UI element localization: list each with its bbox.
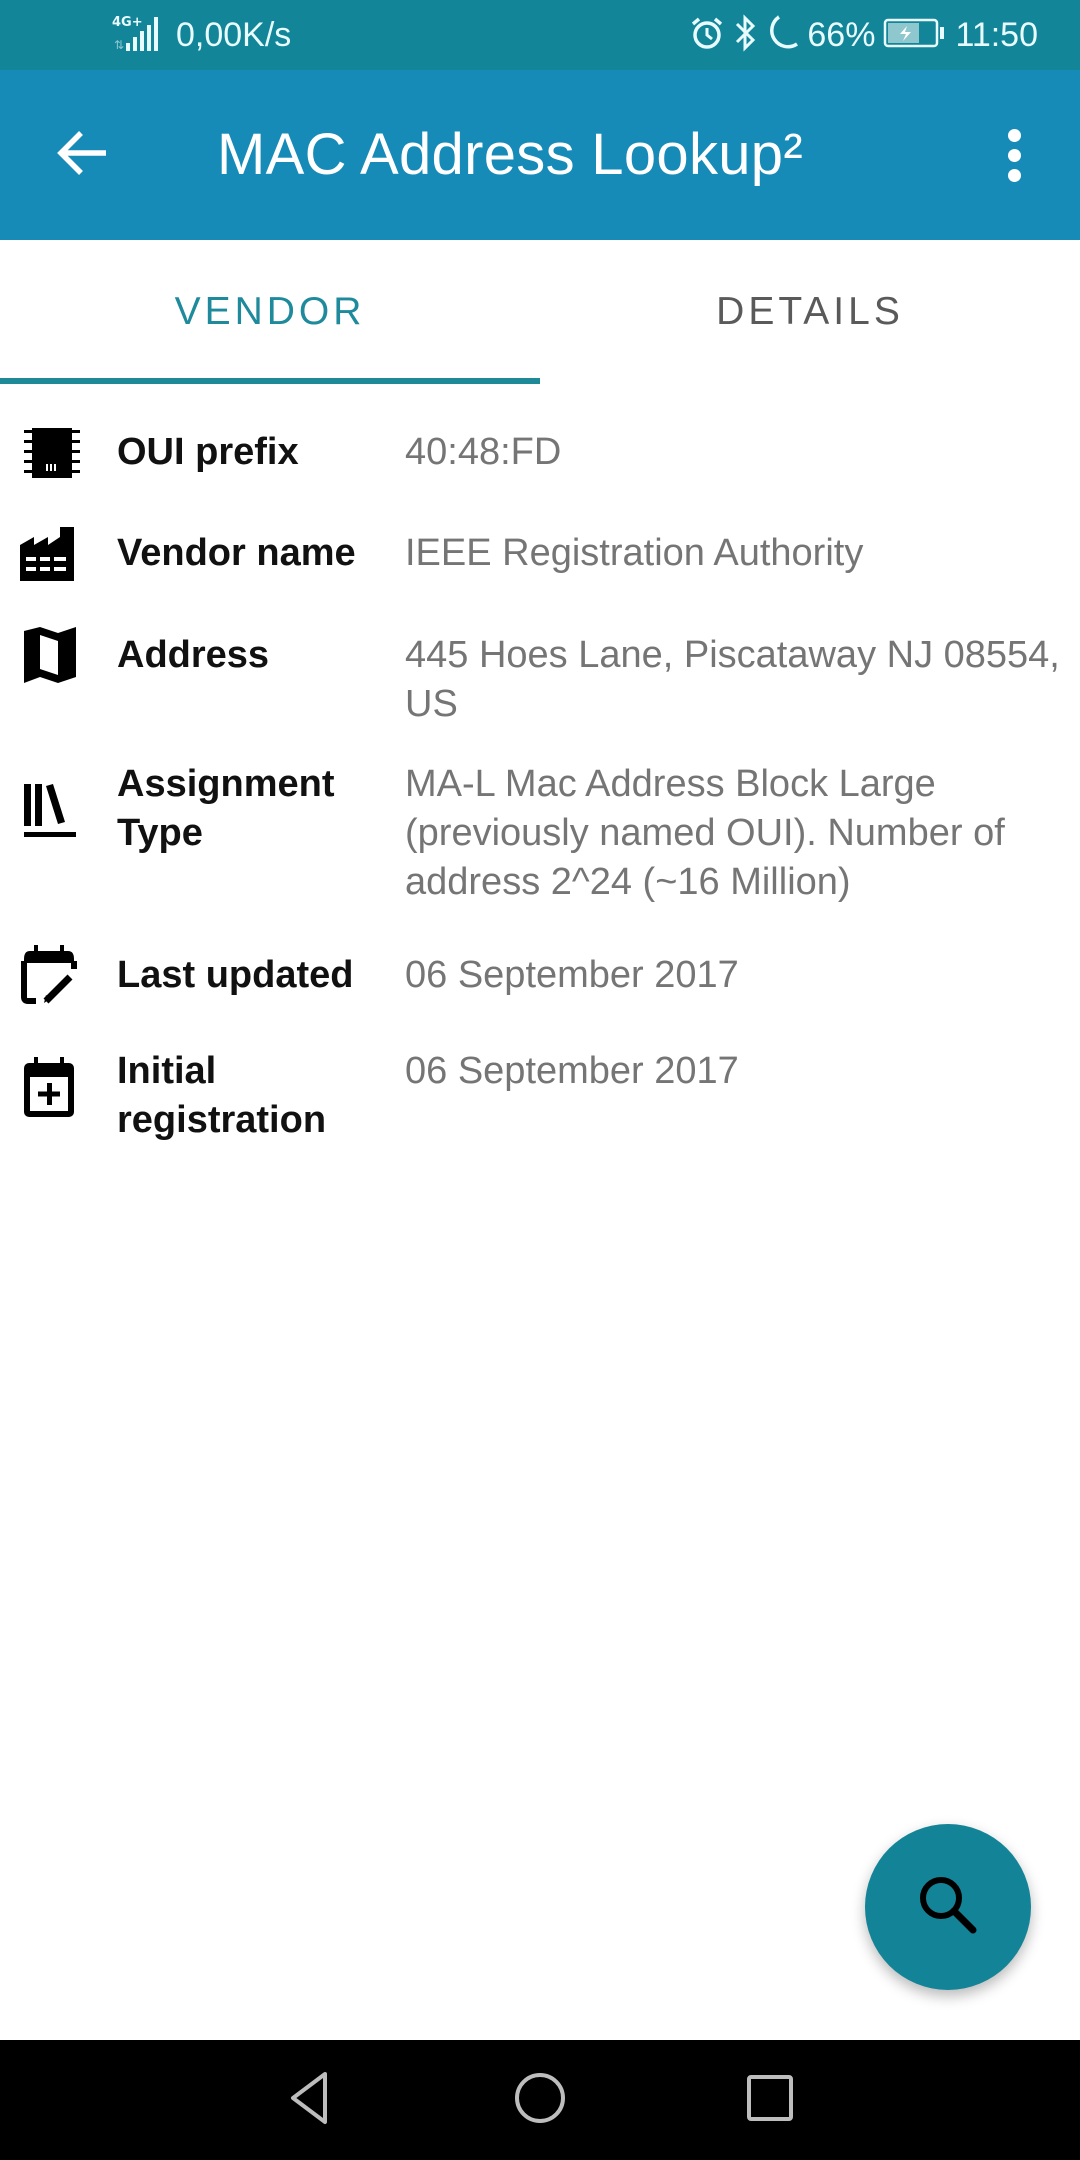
app-title: MAC Address Lookup² — [217, 122, 803, 187]
status-left: 4G+ ⇅ 0,00K/s — [112, 0, 291, 70]
status-right: 66% 11:50 — [689, 0, 1038, 70]
assignment-type-label: Assignment Type — [117, 763, 335, 854]
back-button[interactable] — [42, 115, 122, 195]
arrow-back-icon — [56, 130, 108, 181]
bluetooth-icon — [733, 13, 757, 57]
system-nav-bar — [0, 2040, 1080, 2160]
tab-bar: VENDOR DETAILS — [0, 240, 1080, 384]
nav-recents-button[interactable] — [725, 2060, 815, 2140]
factory-icon — [20, 521, 82, 583]
signal-icon: 4G+ ⇅ — [112, 13, 162, 58]
battery-percent: 66% — [807, 16, 876, 54]
svg-text:⇅: ⇅ — [114, 38, 124, 52]
nav-home-button[interactable] — [495, 2060, 585, 2140]
address-label: Address — [117, 634, 270, 676]
app-bar: MAC Address Lookup² — [0, 70, 1080, 240]
oui-prefix-value: 40:48:FD — [405, 431, 562, 473]
tab-details[interactable]: DETAILS — [540, 240, 1080, 384]
library-books-icon — [20, 780, 82, 842]
nav-back-button[interactable] — [265, 2060, 355, 2140]
search-fab-button[interactable] — [865, 1824, 1031, 1990]
nav-back-icon — [285, 2070, 335, 2131]
data-speed: 0,00K/s — [176, 16, 292, 54]
chip-icon — [20, 422, 82, 484]
assignment-type-value: MA-L Mac Address Block Large (previously… — [405, 763, 1005, 903]
last-updated-label: Last updated — [117, 954, 354, 996]
overflow-menu-button[interactable] — [984, 115, 1044, 195]
initial-registration-label: Initial registration — [117, 1050, 327, 1141]
vendor-name-value: IEEE Registration Authority — [405, 532, 864, 574]
last-updated-value: 06 September 2017 — [405, 954, 739, 996]
network-type: 4G+ — [112, 15, 143, 30]
calendar-plus-icon — [20, 1057, 82, 1119]
vendor-name-label: Vendor name — [117, 532, 356, 574]
nav-recents-icon — [744, 2072, 796, 2129]
calendar-edit-icon — [20, 943, 82, 1005]
more-vertical-icon-dot — [1007, 168, 1021, 182]
oui-prefix-label: OUI prefix — [117, 431, 299, 473]
nav-home-icon — [512, 2070, 568, 2131]
search-icon — [915, 1872, 981, 1943]
clock: 11:50 — [955, 16, 1038, 54]
map-icon — [20, 625, 82, 687]
more-vertical-icon — [1007, 128, 1021, 142]
battery-charging-icon — [883, 18, 947, 53]
tab-indicator — [0, 378, 540, 384]
status-bar: 4G+ ⇅ 0,00K/s 66% 11:50 — [0, 0, 1080, 70]
tab-vendor[interactable]: VENDOR — [0, 240, 540, 384]
address-value: 445 Hoes Lane, Piscataway NJ 08554, US — [405, 634, 1060, 725]
more-vertical-icon-dot — [1007, 148, 1021, 162]
initial-registration-value: 06 September 2017 — [405, 1050, 739, 1092]
do-not-disturb-moon-icon — [765, 14, 799, 57]
alarm-icon — [689, 15, 725, 56]
